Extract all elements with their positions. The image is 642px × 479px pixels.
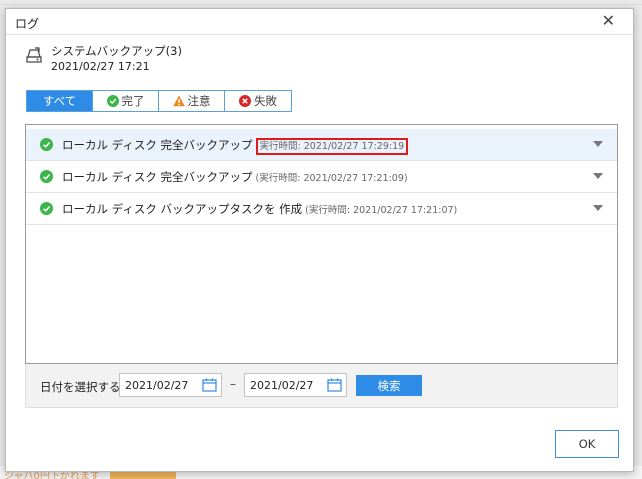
success-icon — [40, 170, 53, 186]
calendar-icon[interactable] — [202, 378, 217, 395]
log-entry-time: (実行時間: 2021/02/27 17:21:07) — [305, 205, 458, 216]
log-entry-title-line: ローカル ディスク バックアップタスクを 作成 (実行時間: 2021/02/27… — [62, 201, 457, 217]
log-entry-title: ローカル ディスク 完全バックアップ — [62, 138, 253, 152]
tab-all[interactable]: すべて — [27, 91, 93, 111]
tab-warning[interactable]: 注意 — [159, 91, 225, 111]
chevron-down-icon[interactable] — [593, 173, 603, 179]
date-filter-bar: 日付を選択する 2021/02/27 – 2021/02/27 検索 — [25, 364, 618, 408]
success-icon — [40, 202, 53, 218]
log-list: ローカル ディスク 完全バックアップ 実行時間: 2021/02/27 17:29… — [25, 124, 618, 364]
warning-icon — [172, 95, 185, 107]
dialog-title-bar: ログ ✕ — [6, 9, 633, 35]
task-name: システムバックアップ(3) — [51, 44, 182, 58]
log-entry-time: 実行時間: 2021/02/27 17:29:19 — [255, 138, 409, 155]
date-to-field[interactable]: 2021/02/27 — [244, 373, 347, 397]
log-entry-title-line: ローカル ディスク 完全バックアップ 実行時間: 2021/02/27 17:29… — [62, 137, 409, 155]
tab-completed[interactable]: 完了 — [93, 91, 159, 111]
chevron-down-icon[interactable] — [593, 141, 603, 147]
date-filter-label: 日付を選択する — [40, 380, 121, 394]
log-dialog: ログ ✕ システムバックアップ(3) 2021/02/27 17:21 すべて … — [5, 8, 634, 472]
log-entry-title: ローカル ディスク 完全バックアップ — [62, 170, 253, 184]
log-entry[interactable]: ローカル ディスク 完全バックアップ 実行時間: 2021/02/27 17:29… — [26, 129, 617, 161]
task-date: 2021/02/27 17:21 — [51, 60, 150, 73]
status-filter-tabs: すべて 完了 注意 失敗 — [26, 90, 292, 112]
date-to-value: 2021/02/27 — [250, 379, 314, 392]
tab-failed[interactable]: 失敗 — [225, 91, 291, 111]
ok-button[interactable]: OK — [555, 430, 619, 458]
tab-label: 完了 — [121, 94, 145, 108]
check-circle-icon — [106, 95, 119, 107]
chevron-down-icon[interactable] — [593, 205, 603, 211]
success-icon — [40, 138, 53, 154]
log-entry[interactable]: ローカル ディスク バックアップタスクを 作成 (実行時間: 2021/02/27… — [26, 193, 617, 225]
log-entry-title-line: ローカル ディスク 完全バックアップ (実行時間: 2021/02/27 17:2… — [62, 169, 408, 185]
search-button[interactable]: 検索 — [356, 375, 422, 396]
close-icon[interactable]: ✕ — [602, 13, 615, 29]
log-entry[interactable]: ローカル ディスク 完全バックアップ (実行時間: 2021/02/27 17:2… — [26, 161, 617, 193]
date-from-value: 2021/02/27 — [125, 379, 189, 392]
backup-task-icon — [25, 46, 43, 64]
dialog-title: ログ — [15, 17, 40, 31]
log-entry-time: (実行時間: 2021/02/27 17:21:09) — [255, 173, 408, 184]
background-divider — [0, 4, 642, 5]
log-entry-title: ローカル ディスク バックアップタスクを 作成 — [62, 202, 303, 216]
tab-label: 注意 — [187, 94, 211, 108]
date-range-separator: – — [230, 377, 236, 391]
error-circle-icon — [239, 95, 251, 107]
tab-label: 失敗 — [254, 94, 277, 108]
tab-label: すべて — [42, 94, 77, 108]
date-from-field[interactable]: 2021/02/27 — [119, 373, 222, 397]
calendar-icon[interactable] — [327, 378, 342, 395]
